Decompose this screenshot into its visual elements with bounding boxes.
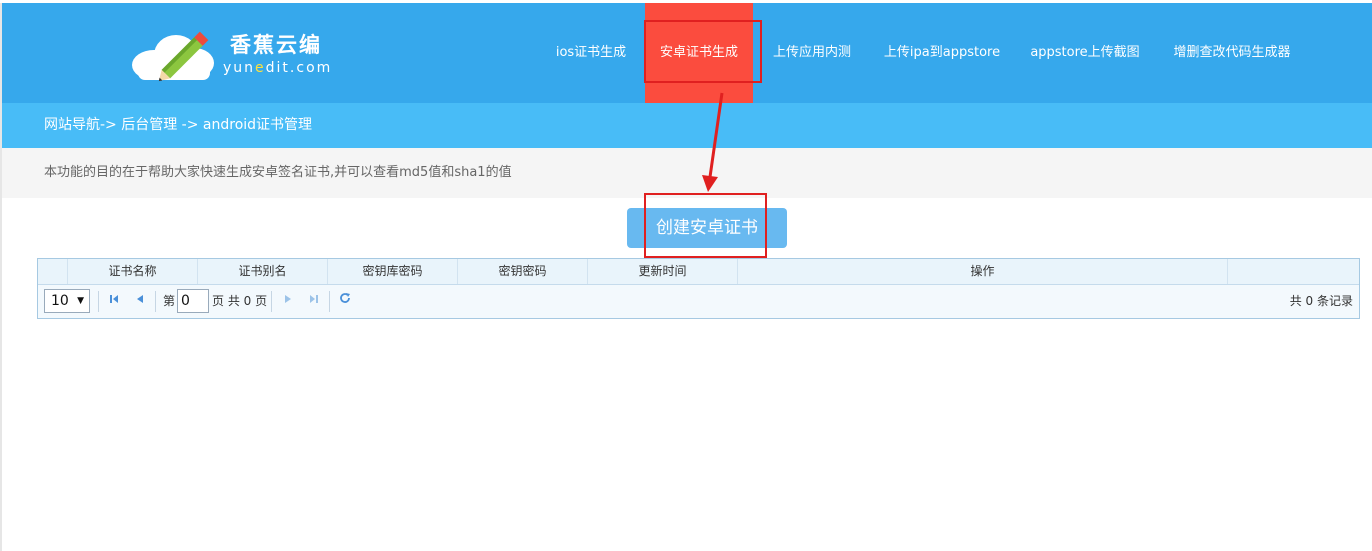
annotation-arrow-icon: [702, 92, 724, 192]
